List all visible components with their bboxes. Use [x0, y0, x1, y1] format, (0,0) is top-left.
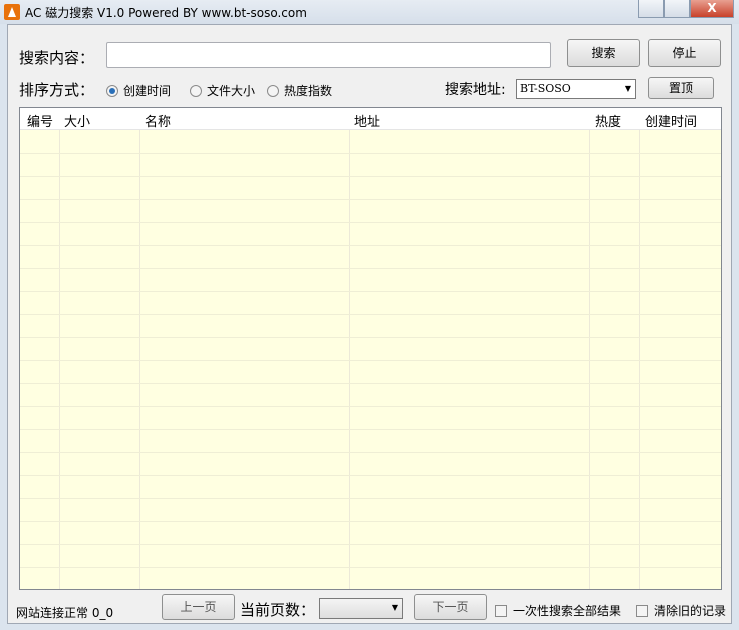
column-divider: [139, 108, 140, 589]
row-divider: [20, 544, 721, 545]
row-divider: [20, 337, 721, 338]
close-button[interactable]: X: [690, 0, 734, 18]
source-select[interactable]: BT-SOSO ▼: [516, 79, 636, 99]
row-divider: [20, 291, 721, 292]
next-page-button[interactable]: 下一页: [414, 594, 487, 620]
radio-icon: [267, 84, 279, 97]
dropdown-arrow-icon: ▼: [624, 84, 631, 93]
app-icon: [4, 4, 20, 20]
search-button[interactable]: 搜索: [567, 39, 640, 67]
pin-top-button[interactable]: 置顶: [648, 77, 714, 99]
prev-page-button[interactable]: 上一页: [162, 594, 235, 620]
col-name[interactable]: 名称: [145, 111, 171, 130]
sort-radio-heat[interactable]: 热度指数: [267, 82, 332, 99]
sort-label: 排序方式：: [19, 81, 95, 99]
checkbox-search-all[interactable]: 一次性搜索全部结果: [495, 602, 621, 619]
col-heat[interactable]: 热度: [595, 111, 621, 130]
col-id[interactable]: 编号: [27, 111, 53, 130]
row-divider: [20, 360, 721, 361]
sort-radio-size[interactable]: 文件大小: [190, 82, 255, 99]
checkbox-icon: [636, 604, 648, 617]
row-divider: [20, 222, 721, 223]
window-title: AC 磁力搜索 V1.0 Powered BY www.bt-soso.com: [25, 6, 307, 20]
sort-radio-created[interactable]: 创建时间: [106, 82, 171, 99]
stop-button[interactable]: 停止: [648, 39, 721, 67]
column-divider: [589, 108, 590, 589]
row-divider: [20, 153, 721, 154]
maximize-button[interactable]: [664, 0, 690, 18]
col-size[interactable]: 大小: [64, 111, 90, 130]
row-divider: [20, 475, 721, 476]
row-divider: [20, 314, 721, 315]
row-divider: [20, 452, 721, 453]
source-label: 搜索地址:: [445, 82, 506, 98]
row-divider: [20, 498, 721, 499]
row-divider: [20, 245, 721, 246]
checkbox-clear-old[interactable]: 清除旧的记录: [636, 602, 726, 619]
column-divider: [349, 108, 350, 589]
col-created[interactable]: 创建时间: [645, 111, 697, 130]
row-divider: [20, 429, 721, 430]
page-select[interactable]: ▼: [319, 598, 403, 619]
column-divider: [639, 108, 640, 589]
row-divider: [20, 176, 721, 177]
row-divider: [20, 406, 721, 407]
title-bar: AC 磁力搜索 V1.0 Powered BY www.bt-soso.com …: [0, 0, 739, 24]
radio-checked-icon: [106, 84, 118, 97]
page-label: 当前页数：: [240, 601, 316, 619]
dropdown-arrow-icon: ▼: [391, 603, 398, 612]
row-divider: [20, 567, 721, 568]
col-address[interactable]: 地址: [354, 111, 380, 130]
row-divider: [20, 268, 721, 269]
radio-icon: [190, 84, 202, 97]
minimize-button[interactable]: [638, 0, 664, 18]
search-input[interactable]: [106, 42, 551, 68]
table-header: 编号 大小 名称 地址 热度 创建时间: [20, 108, 721, 130]
row-divider: [20, 199, 721, 200]
row-divider: [20, 383, 721, 384]
checkbox-icon: [495, 604, 507, 617]
status-text: 网站连接正常 0_0: [16, 606, 114, 620]
column-divider: [59, 108, 60, 589]
row-divider: [20, 521, 721, 522]
search-label: 搜索内容：: [19, 49, 95, 67]
results-table[interactable]: 编号 大小 名称 地址 热度 创建时间: [19, 107, 722, 590]
